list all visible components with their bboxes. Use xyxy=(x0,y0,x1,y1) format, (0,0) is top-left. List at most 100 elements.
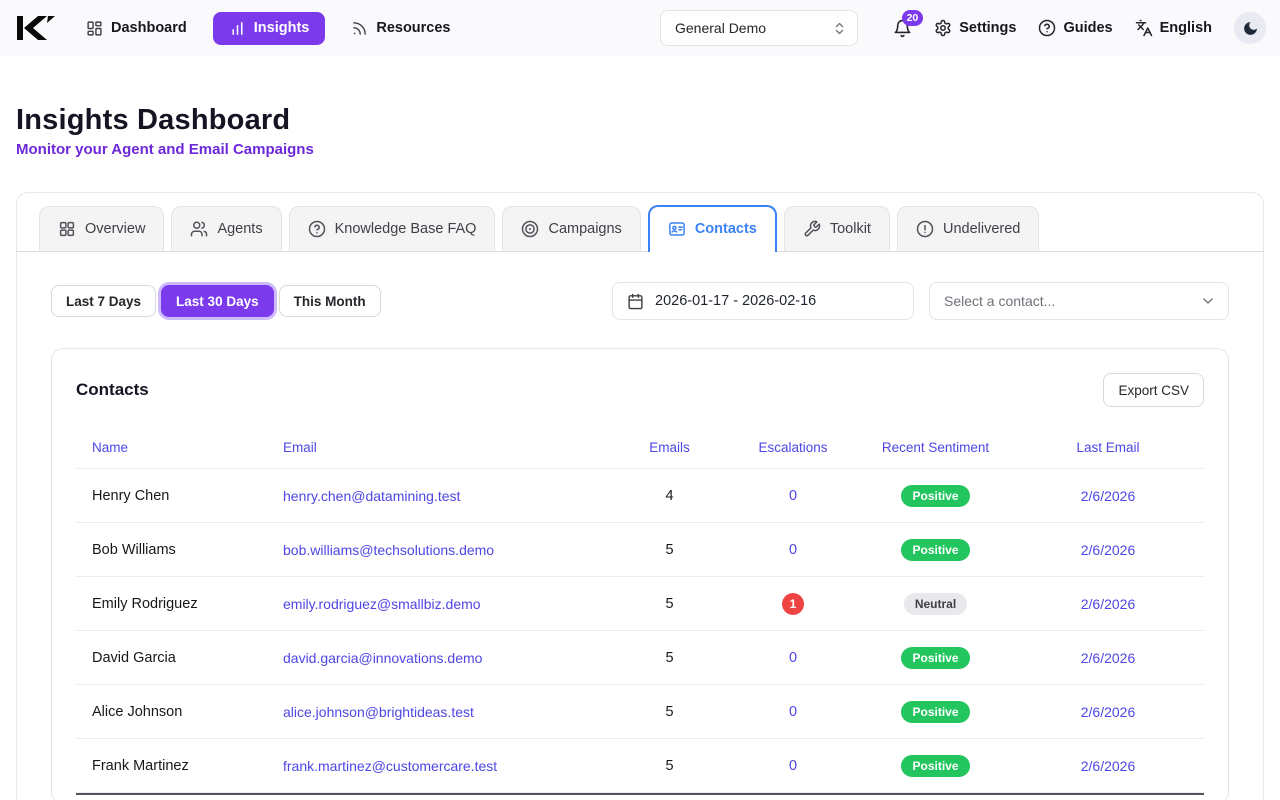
last-email-date: 2/6/2026 xyxy=(1012,650,1204,666)
calendar-icon xyxy=(627,293,644,310)
tab-toolkit-label: Toolkit xyxy=(830,221,871,237)
tab-campaigns[interactable]: Campaigns xyxy=(502,206,640,251)
range-last-30-days-button[interactable]: Last 30 Days xyxy=(161,285,274,317)
theme-toggle[interactable] xyxy=(1234,12,1266,44)
contact-select-placeholder: Select a contact... xyxy=(944,293,1055,309)
table-row: Alice Johnson alice.johnson@brightideas.… xyxy=(76,685,1204,739)
language-label: English xyxy=(1160,20,1212,36)
contact-name: Bob Williams xyxy=(92,542,267,558)
translate-icon xyxy=(1135,19,1153,37)
chevrons-up-down-icon xyxy=(832,21,847,36)
contact-select[interactable]: Select a contact... xyxy=(929,282,1229,320)
sentiment-badge: Positive xyxy=(901,485,969,507)
tab-contacts[interactable]: Contacts xyxy=(648,205,777,252)
tab-agents-label: Agents xyxy=(217,221,262,237)
contact-email-link[interactable]: henry.chen@datamining.test xyxy=(267,488,612,504)
nav-dashboard[interactable]: Dashboard xyxy=(86,20,187,37)
tab-undelivered[interactable]: Undelivered xyxy=(897,206,1039,251)
tab-contacts-label: Contacts xyxy=(695,221,757,237)
sentiment-badge: Neutral xyxy=(904,593,967,615)
contact-name: Emily Rodriguez xyxy=(92,596,267,612)
grid-icon xyxy=(58,220,76,238)
sentiment-badge: Positive xyxy=(901,539,969,561)
contacts-table-header: Name Email Emails Escalations Recent Sen… xyxy=(76,427,1204,469)
wrench-icon xyxy=(803,220,821,238)
last-email-date: 2/6/2026 xyxy=(1012,488,1204,504)
guides-button[interactable]: Guides xyxy=(1038,19,1112,37)
sentiment-badge: Positive xyxy=(901,647,969,669)
last-email-date: 2/6/2026 xyxy=(1012,758,1204,774)
escalations-value: 0 xyxy=(789,704,797,720)
export-csv-button[interactable]: Export CSV xyxy=(1103,373,1204,407)
tab-undelivered-label: Undelivered xyxy=(943,221,1020,237)
escalations-cell: 0 xyxy=(727,541,859,559)
last-email-date: 2/6/2026 xyxy=(1012,542,1204,558)
escalations-cell: 1 xyxy=(727,593,859,615)
escalations-value: 0 xyxy=(789,488,797,504)
question-circle-icon xyxy=(308,220,326,238)
contact-name: Henry Chen xyxy=(92,488,267,504)
nav-insights[interactable]: Insights xyxy=(213,12,326,45)
tab-knowledge-base-faq-label: Knowledge Base FAQ xyxy=(335,221,477,237)
emails-count: 5 xyxy=(612,704,727,720)
moon-icon xyxy=(1242,20,1259,37)
target-icon xyxy=(521,220,539,238)
dashboard-icon xyxy=(86,20,103,37)
top-navigation-bar: Dashboard Insights Resources General Dem… xyxy=(0,0,1280,56)
workspace-select-value: General Demo xyxy=(675,20,766,36)
workspace-select[interactable]: General Demo xyxy=(660,10,858,46)
insights-icon xyxy=(229,20,246,37)
sentiment-badge: Positive xyxy=(901,701,969,723)
tab-bar: Overview Agents Knowledge Base FAQ Campa… xyxy=(17,193,1263,252)
main-content: Insights Dashboard Monitor your Agent an… xyxy=(0,104,1280,800)
app-logo[interactable] xyxy=(14,15,58,41)
nav-resources-label: Resources xyxy=(376,20,450,36)
escalations-cell: 0 xyxy=(727,649,859,667)
sentiment-cell: Neutral xyxy=(859,593,1012,615)
range-this-month-button[interactable]: This Month xyxy=(279,285,381,317)
resources-icon xyxy=(351,20,368,37)
contact-email-link[interactable]: bob.williams@techsolutions.demo xyxy=(267,542,612,558)
notifications-button[interactable]: 20 xyxy=(893,19,912,38)
column-header-email: Email xyxy=(267,440,612,455)
column-header-last-email: Last Email xyxy=(1012,440,1204,455)
last-email-date: 2/6/2026 xyxy=(1012,704,1204,720)
contact-card-icon xyxy=(668,220,686,238)
tab-knowledge-base-faq[interactable]: Knowledge Base FAQ xyxy=(289,206,496,251)
users-icon xyxy=(190,220,208,238)
contact-email-link[interactable]: david.garcia@innovations.demo xyxy=(267,650,612,666)
contact-email-link[interactable]: frank.martinez@customercare.test xyxy=(267,758,612,774)
column-header-escalations: Escalations xyxy=(727,440,859,455)
tab-toolkit[interactable]: Toolkit xyxy=(784,206,890,251)
sentiment-cell: Positive xyxy=(859,701,1012,723)
tab-campaigns-label: Campaigns xyxy=(548,221,621,237)
filter-row: Last 7 Days Last 30 Days This Month 2026… xyxy=(51,282,1229,320)
contact-email-link[interactable]: emily.rodriguez@smallbiz.demo xyxy=(267,596,612,612)
contacts-card: Contacts Export CSV Name Email Emails Es… xyxy=(51,348,1229,800)
emails-count: 5 xyxy=(612,758,727,774)
contacts-table: Name Email Emails Escalations Recent Sen… xyxy=(76,427,1204,795)
settings-button[interactable]: Settings xyxy=(934,19,1016,37)
sentiment-cell: Positive xyxy=(859,755,1012,777)
notification-badge: 20 xyxy=(902,10,924,27)
emails-count: 5 xyxy=(612,596,727,612)
range-last-7-days-button[interactable]: Last 7 Days xyxy=(51,285,156,317)
page-title: Insights Dashboard xyxy=(16,104,1264,137)
date-range-picker[interactable]: 2026-01-17 - 2026-02-16 xyxy=(612,282,914,320)
emails-count: 4 xyxy=(612,488,727,504)
table-row: Henry Chen henry.chen@datamining.test 4 … xyxy=(76,469,1204,523)
escalations-cell: 0 xyxy=(727,757,859,775)
alert-circle-icon xyxy=(916,220,934,238)
emails-count: 5 xyxy=(612,542,727,558)
tab-agents[interactable]: Agents xyxy=(171,206,281,251)
escalations-value: 0 xyxy=(789,650,797,666)
contact-email-link[interactable]: alice.johnson@brightideas.test xyxy=(267,704,612,720)
escalations-cell: 0 xyxy=(727,703,859,721)
escalations-value: 0 xyxy=(789,758,797,774)
tab-overview-label: Overview xyxy=(85,221,145,237)
tab-overview[interactable]: Overview xyxy=(39,206,164,251)
language-button[interactable]: English xyxy=(1135,19,1212,37)
table-row: Emily Rodriguez emily.rodriguez@smallbiz… xyxy=(76,577,1204,631)
table-row: David Garcia david.garcia@innovations.de… xyxy=(76,631,1204,685)
nav-resources[interactable]: Resources xyxy=(351,20,450,37)
